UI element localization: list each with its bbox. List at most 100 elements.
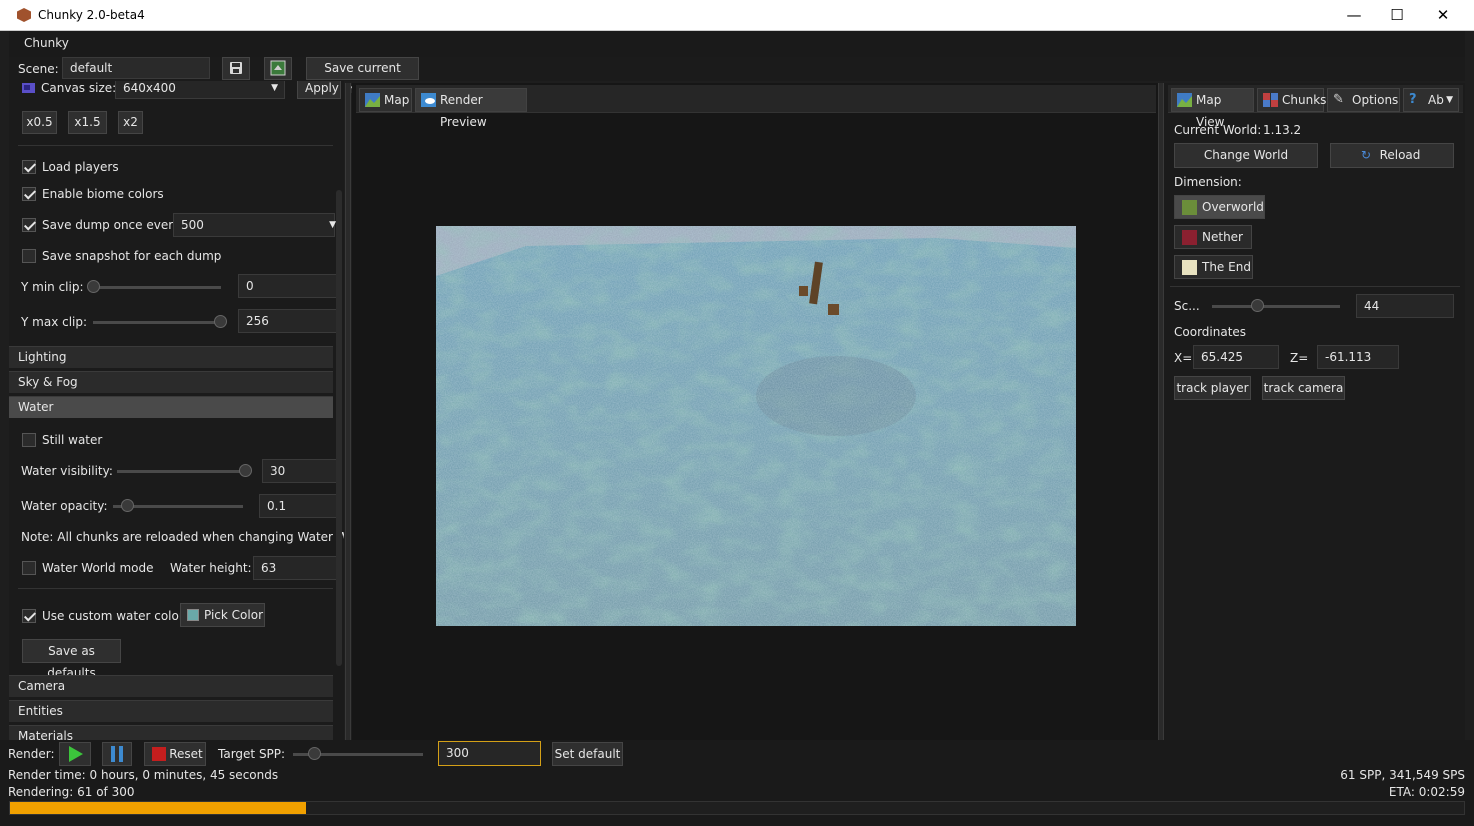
water-opacity-input[interactable]: 0.1 [259,494,338,518]
water-world-note: Note: All chunks are reloaded when chang… [21,530,344,544]
y-max-slider-thumb[interactable] [214,315,227,328]
change-world-button[interactable]: Change World [1174,143,1318,168]
tab-map[interactable]: Map [359,88,412,112]
section-water[interactable]: Water [9,396,333,418]
scale-one-half-button[interactable]: x1.5 [68,111,107,134]
water-world-label: Water World mode [42,561,154,575]
save-snapshot-checkbox[interactable] [22,249,36,263]
nether-label: Nether [1202,230,1243,244]
the-end-button[interactable]: The End [1174,255,1253,279]
pause-render-button[interactable] [102,742,132,766]
z-coord-input[interactable]: -61.113 [1317,345,1399,369]
play-icon [69,746,83,762]
tab-map-view[interactable]: Map View [1171,88,1254,129]
canvas-size-icon [22,83,35,93]
load-players-checkbox[interactable] [22,160,36,174]
tab-options[interactable]: ✎ Options [1327,88,1400,112]
y-min-slider-thumb[interactable] [87,280,100,293]
scale-double-button[interactable]: x2 [118,111,143,134]
set-default-button[interactable]: Set default [552,742,623,766]
minimize-button[interactable]: — [1331,0,1377,31]
tab-chunks[interactable]: Chunks [1257,88,1326,112]
tab-about[interactable]: ? Ab ▼ [1403,88,1459,112]
scene-toolbar: Scene: default Save current frame [9,57,1465,96]
section-sky-fog[interactable]: Sky & Fog [9,371,333,393]
overworld-label: Overworld [1202,200,1264,214]
wood-block [828,304,839,315]
dimension-label: Dimension: [1174,175,1242,189]
nether-button[interactable]: Nether [1174,225,1252,249]
save-scene-button[interactable] [222,57,250,80]
still-water-checkbox[interactable] [22,433,36,447]
save-dump-checkbox[interactable] [22,218,36,232]
water-opacity-thumb[interactable] [121,499,134,512]
chevron-down-icon[interactable]: ▼ [1446,89,1453,111]
render-label: Render: [8,747,55,761]
target-spp-thumb[interactable] [308,747,321,760]
save-as-defaults-button[interactable]: Save as defaults [22,639,121,680]
target-spp-label: Target SPP: [218,747,286,761]
scale-slider-track [1212,305,1340,308]
biome-colors-label: Enable biome colors [42,187,164,201]
pause-icon [111,746,123,762]
y-max-input[interactable]: 256 [238,309,338,333]
y-min-clip-label: Y min clip: [21,280,84,294]
start-render-button[interactable] [59,742,91,766]
render-preview-icon [421,93,436,107]
render-preview-image[interactable] [436,226,1076,626]
y-min-input[interactable]: 0 [238,274,338,298]
the-end-label: The End [1202,260,1251,274]
y-min-slider-track [93,286,221,289]
custom-water-color-checkbox[interactable] [22,609,36,623]
section-materials[interactable]: Materials [9,725,333,740]
overworld-icon [1182,200,1197,215]
scene-label: Scene: [18,62,59,76]
render-control-bar: Render: Reset Target SPP: 300 Set defaul… [0,740,1474,826]
scale-input[interactable]: 44 [1356,294,1454,318]
track-camera-button[interactable]: track camera [1262,376,1345,400]
load-scene-button[interactable] [264,57,292,80]
tab-map-label: Map [384,93,410,107]
pick-color-label: Pick Color [204,608,263,622]
current-world-value: 1.13.2 [1263,123,1302,137]
dump-frequency-combo[interactable]: 500 ▼ [173,213,336,237]
preview-tab-bar: Map Render Preview [356,85,1156,129]
chevron-down-icon: ▼ [271,83,278,93]
map-tab-bar: Map View Chunks ✎ Options ? Ab ▼ [1168,85,1463,129]
maximize-button[interactable]: ☐ [1374,0,1420,31]
stop-icon [152,747,166,761]
water-visibility-input[interactable]: 30 [262,459,338,483]
menu-chunky[interactable]: Chunky [24,36,69,50]
help-icon: ? [1409,92,1417,107]
overworld-button[interactable]: Overworld [1174,195,1265,219]
water-opacity-label: Water opacity: [21,499,108,513]
left-splitter[interactable] [345,83,351,740]
scene-name-input[interactable]: default [62,57,210,79]
rendering-status-text: Rendering: 61 of 300 [8,785,135,799]
eta-text: ETA: 0:02:59 [1388,785,1465,799]
left-panel-scrollbar[interactable] [336,190,342,666]
chevron-down-icon: ▼ [329,220,336,230]
tab-render-preview[interactable]: Render Preview [415,88,527,129]
divider [18,145,333,146]
water-visibility-thumb[interactable] [239,464,252,477]
canvas-size-combo[interactable]: 640x400 ▼ [115,81,285,99]
reload-button[interactable]: ↻ Reload [1330,143,1454,168]
target-spp-input[interactable]: 300 [438,741,541,766]
water-height-input[interactable]: 63 [253,556,338,580]
biome-colors-checkbox[interactable] [22,187,36,201]
water-world-checkbox[interactable] [22,561,36,575]
save-current-frame-button[interactable]: Save current frame [306,57,419,96]
section-camera[interactable]: Camera [9,675,333,697]
scale-half-button[interactable]: x0.5 [22,111,57,134]
scale-slider-thumb[interactable] [1251,299,1264,312]
section-lighting[interactable]: Lighting [9,346,333,368]
section-entities[interactable]: Entities [9,700,333,722]
scene-settings-panel: Canvas size: 640x400 ▼ Apply x0.5 x1.5 x… [9,81,344,740]
close-button[interactable]: ✕ [1420,0,1466,31]
track-player-button[interactable]: track player [1174,376,1251,400]
pick-color-button[interactable]: Pick Color [180,603,265,627]
x-coord-input[interactable]: 65.425 [1193,345,1279,369]
reset-render-button[interactable]: Reset [144,742,206,766]
apply-canvas-button[interactable]: Apply [297,81,341,99]
